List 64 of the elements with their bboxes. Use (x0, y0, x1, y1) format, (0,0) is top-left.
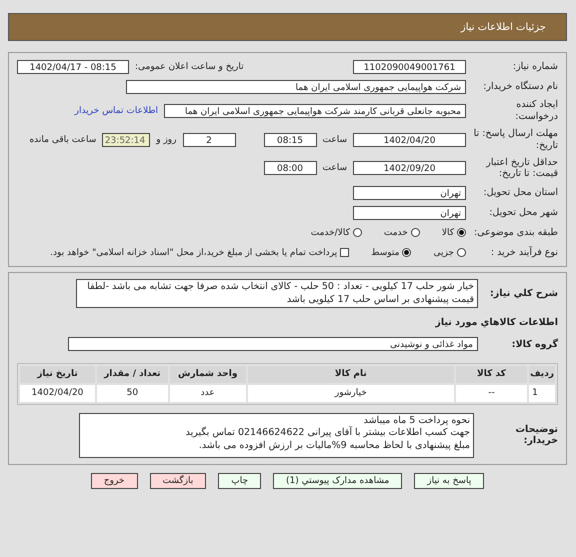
checkbox-label: پرداخت تمام یا بخشی از مبلغ خرید،از محل "اسناد خزانه اسلامی" خواهد بود. (50, 248, 338, 258)
table-cell: -- (456, 384, 528, 402)
buyer-notes-field: نحوه پرداخت 5 ماه میباشد جهت کسب اطلاعات بیشتر با آقای پیرانی 02146624622 تماس بگیرید مبلغ پیشنهادی با لحاظ محاسبه 9%مالیات بر ارزش افزوده می باشد. (79, 412, 474, 458)
action-button[interactable]: پاسخ به نیاز (414, 472, 484, 489)
table-cell: 50 (96, 384, 168, 402)
table-cell: 1 (529, 384, 555, 402)
table-cell: 1402/04/20 (20, 384, 95, 402)
radio-button[interactable] (352, 228, 362, 238)
field-label: ایجاد کننده درخواست: (514, 99, 558, 123)
radio-button[interactable] (457, 228, 466, 238)
field-label: ساعت باقی مانده (29, 134, 96, 145)
column-header: تاریخ نیاز (20, 366, 95, 383)
text-field[interactable]: محبوبه جانعلی قربانی کارمند شرکت هواپیمایی جمهوری اسلامی ایران هما (164, 104, 466, 118)
column-header: واحد شمارش (170, 366, 246, 383)
field-label: روز و (156, 134, 176, 145)
text-field[interactable]: 08:00 (264, 161, 316, 176)
action-button[interactable]: بازگشت (150, 472, 206, 489)
column-header: کد کالا (456, 366, 528, 383)
field-label: حداقل تاریخ اعتبار قیمت: تا تاریخ: (484, 156, 558, 180)
checkbox[interactable] (340, 248, 350, 258)
radio-label: متوسط (371, 248, 400, 258)
field-label: مهلت ارسال پاسخ: تا تاریخ: (472, 128, 558, 152)
action-button[interactable]: مشاهده مدارک پیوستي (1) (273, 472, 402, 489)
text-field[interactable]: 08:15 (264, 132, 316, 147)
radio-button[interactable] (402, 248, 412, 258)
text-field[interactable]: شرکت هواپیمایی جمهوری اسلامی ایران هما (126, 80, 466, 94)
field-label: شرح کلي نياز: (488, 288, 558, 300)
field-label: نام دستگاه خریدار: (482, 80, 558, 92)
column-header: تعداد / مقدار (96, 366, 168, 383)
table-cell: خیارشور (248, 384, 454, 402)
column-header: ردیف (529, 366, 555, 383)
field-label: گروه کالا: (510, 338, 558, 350)
countdown-field: 23:52:14 (102, 132, 150, 147)
text-field[interactable]: مواد غذائی و نوشیدنی (68, 337, 478, 352)
text-field[interactable]: 1402/09/20 (353, 161, 466, 176)
text-field[interactable]: تهران (353, 186, 466, 200)
field-label: نوع فرآیند خرید : (490, 246, 558, 259)
action-button[interactable]: خروج (90, 472, 138, 489)
field-label: ساعت (322, 134, 347, 145)
table-cell: عدد (170, 384, 246, 402)
field-label: شماره نیاز: (512, 60, 558, 72)
radio-button[interactable] (410, 228, 420, 238)
field-label: تاریخ و ساعت اعلان عمومی: (135, 62, 244, 72)
field-label: توضیحات خریدار: (514, 424, 558, 448)
radio-label: کالا (442, 228, 454, 238)
radio-label: خدمت (384, 228, 408, 238)
field-label: استان محل تحویل: (482, 186, 558, 199)
radio-label: کالا/خدمت (310, 228, 350, 238)
radio-label: جزیی (433, 248, 454, 258)
field-label: ساعت (322, 163, 347, 174)
text-field[interactable]: 1402/04/20 (353, 132, 466, 147)
field-label: طبقه بندی موضوعی: (472, 226, 558, 239)
text-field[interactable]: تهران (353, 206, 466, 220)
page-header: جزئیات اطلاعات نیاز (8, 13, 567, 41)
field-label: شهر محل تحویل: (488, 206, 558, 219)
buyer-contact-link[interactable]: اطلاعات تماس خریدار (74, 106, 158, 116)
text-field[interactable]: 1102090049001761 (353, 60, 466, 74)
text-field[interactable]: 1402/04/17 - 08:15 (17, 60, 129, 74)
description-field: خیار شور حلب 17 کیلویی - تعداد : 50 حلب - کالای انتخاب شده صرفا جهت تشابه می باشد -لطفا قیمت پیشنهادی بر اساس حلب 17 کیلویی باشد (76, 279, 478, 308)
section-heading: اطلاعات کالاهاي مورد نياز (434, 316, 558, 328)
column-header: نام کالا (248, 366, 454, 383)
text-field[interactable]: 2 (182, 132, 236, 147)
radio-button[interactable] (457, 248, 466, 258)
action-button[interactable]: چاپ (218, 472, 262, 489)
